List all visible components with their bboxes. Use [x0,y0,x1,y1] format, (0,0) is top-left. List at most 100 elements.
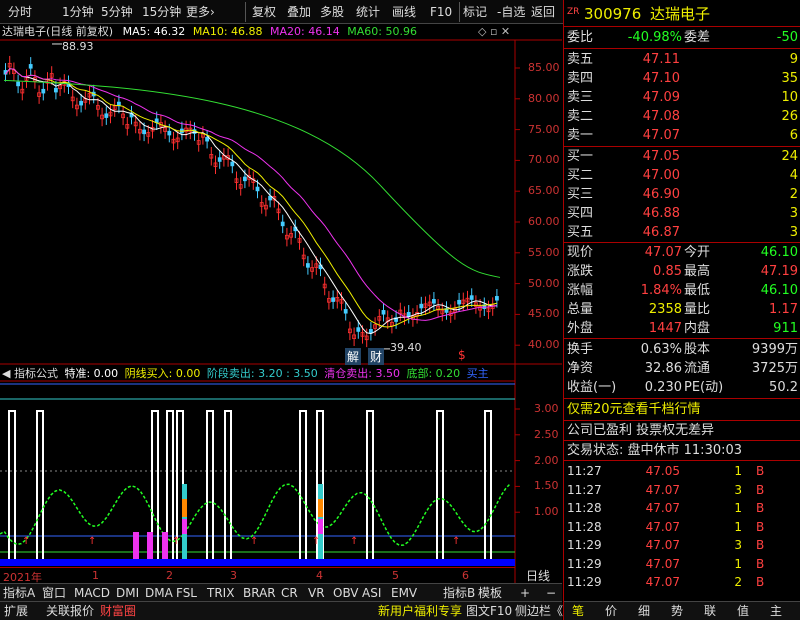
month-label-4: 4 [316,569,323,582]
dividend-marker[interactable]: $ [458,348,466,362]
right-tab-2[interactable]: 细 [638,602,650,620]
order-volume: 3 [789,206,798,221]
trade-status: 交易状态: 盘中休市 11:30:03 [567,443,743,458]
indicator-tab-5[interactable]: FSL [176,584,197,602]
high-price-label: 88.93 [62,40,94,53]
price-tick-label: 70.00 [528,153,560,167]
status-right-0[interactable]: 新用户福利专享 [378,602,462,620]
toolbar-item-6[interactable]: 叠加 [287,3,311,21]
tick-volume: 1 [734,556,742,571]
right-tab-5[interactable]: 值 [737,602,749,620]
tick-price: 47.05 [645,464,680,478]
indicator-collapse-icon[interactable]: ◀ [2,367,10,380]
indicator-tab-10[interactable]: OBV [333,584,359,602]
tick-time: 11:27 [567,464,602,478]
quote-label-2: 量比 [684,302,711,317]
unlock-marker[interactable]: 解 [345,348,362,365]
fin-label-2: PE(动) [684,380,724,395]
kline-chart[interactable]: ↑ ↑ ↑ ↑ ↑ ↑ ↑ [0,24,562,584]
indicator-tab-8[interactable]: CR [281,584,298,602]
toolbar-item-0[interactable]: 分时 [8,3,32,21]
order-row: 买五 46.87 3 [564,223,800,242]
quote-value-2: 911 [773,321,798,336]
weicha-value: -50 [776,30,798,45]
indicator-tab-6[interactable]: TRIX [207,584,234,602]
quote-value-2: 47.19 [760,264,798,279]
indicator-tab-13[interactable]: 指标B [443,584,475,602]
fin-value: 0.230 [644,380,682,395]
indicator-tab-4[interactable]: DMA [145,584,173,602]
toolbar-item-4[interactable]: 更多› [186,3,215,21]
promo-text[interactable]: 仅需20元查看千档行情 [567,400,701,419]
status-left-0[interactable]: 扩展 [4,602,28,620]
toolbar-item-10[interactable]: F10 [430,3,452,21]
order-price: 47.00 [642,168,680,183]
status-left-2[interactable]: 财富圈 [100,602,136,620]
toolbar-item-11[interactable]: 标记 [463,3,487,21]
indicator-tab-3[interactable]: DMI [116,584,139,602]
fin-row: 换手 0.63% 股本 9399万 [564,340,800,359]
status-right-1[interactable]: 图文F10 [466,602,512,620]
svg-text:↑: ↑ [452,536,460,547]
toolbar-item-3[interactable]: 15分钟 [142,3,181,21]
right-tab-0[interactable]: 笔 [572,602,584,620]
toolbar-separator [459,2,460,22]
month-label-3: 3 [230,569,237,582]
quote-row: 涨跌 0.85 最高 47.19 [564,262,800,281]
right-tab-6[interactable]: 主 [770,602,782,620]
finance-marker[interactable]: 财 [368,348,385,365]
indicator-tab-2[interactable]: MACD [74,584,110,602]
right-tab-4[interactable]: 联 [704,602,716,620]
toolbar-item-7[interactable]: 多股 [320,3,344,21]
fin-label: 换手 [567,342,594,357]
order-price: 46.88 [642,206,680,221]
right-tab-3[interactable]: 势 [671,602,683,620]
tick-row: 11:29 47.07 1 B [564,555,800,573]
status-right-2[interactable]: 侧边栏《 [515,602,563,620]
toolbar-item-8[interactable]: 统计 [356,3,380,21]
indicator-tab-16[interactable]: − [546,584,556,602]
tick-row: 11:27 47.05 1 B [564,462,800,480]
tick-time: 11:29 [567,538,602,552]
indicator-tab-12[interactable]: EMV [391,584,417,602]
fin-value: 0.63% [640,342,682,357]
indicator-tab-14[interactable]: 模板 [478,584,502,602]
period-label[interactable]: 日线 [526,567,550,584]
ma5-label: MA5: 46.32 [122,25,186,38]
stock-name: 达瑞电子 [650,5,711,23]
tick-volume: 3 [734,538,742,552]
weicha-label: 委差 [684,30,711,45]
order-label: 买四 [567,206,594,221]
fin-label-2: 流通 [684,361,711,376]
indicator-tab-0[interactable]: 指标A [3,584,35,602]
toolbar-item-13[interactable]: 返回 [531,3,555,21]
price-tick-label: 80.00 [528,91,560,105]
toolbar-item-9[interactable]: 画线 [392,3,416,21]
indicator-tab-9[interactable]: VR [308,584,325,602]
toolbar-item-5[interactable]: 复权 [252,3,276,21]
quote-value: 2358 [648,302,682,317]
quote-value: 47.07 [644,245,682,260]
tick-price: 47.07 [645,538,680,552]
order-label: 卖一 [567,128,594,143]
toolbar-item-12[interactable]: -自选 [497,3,525,21]
indicator-tab-15[interactable]: + [520,584,530,602]
tick-volume: 1 [734,501,742,515]
toolbar-item-2[interactable]: 5分钟 [101,3,133,21]
indicator-tab-11[interactable]: ASI [362,584,381,602]
quote-value-2: 46.10 [760,245,798,260]
weibi-value: -40.98% [627,30,682,45]
price-tick-label: 55.00 [528,245,560,259]
indicator-c: 阶段卖出: 3.20 : 3.50 [206,367,318,380]
indicator-tab-7[interactable]: BRAR [243,584,276,602]
indicator-tab-1[interactable]: 窗口 [42,584,66,602]
order-volume: 2 [789,187,798,202]
order-volume: 24 [781,149,798,164]
right-tab-1[interactable]: 价 [605,602,617,620]
indicator-name[interactable]: 指标公式 [14,367,58,380]
order-row: 买三 46.90 2 [564,185,800,204]
status-left-1[interactable]: 关联报价 [46,602,94,620]
tick-side: B [756,538,765,552]
chart-controls[interactable]: ◇ ▫ ✕ [478,25,510,38]
toolbar-item-1[interactable]: 1分钟 [62,3,94,21]
